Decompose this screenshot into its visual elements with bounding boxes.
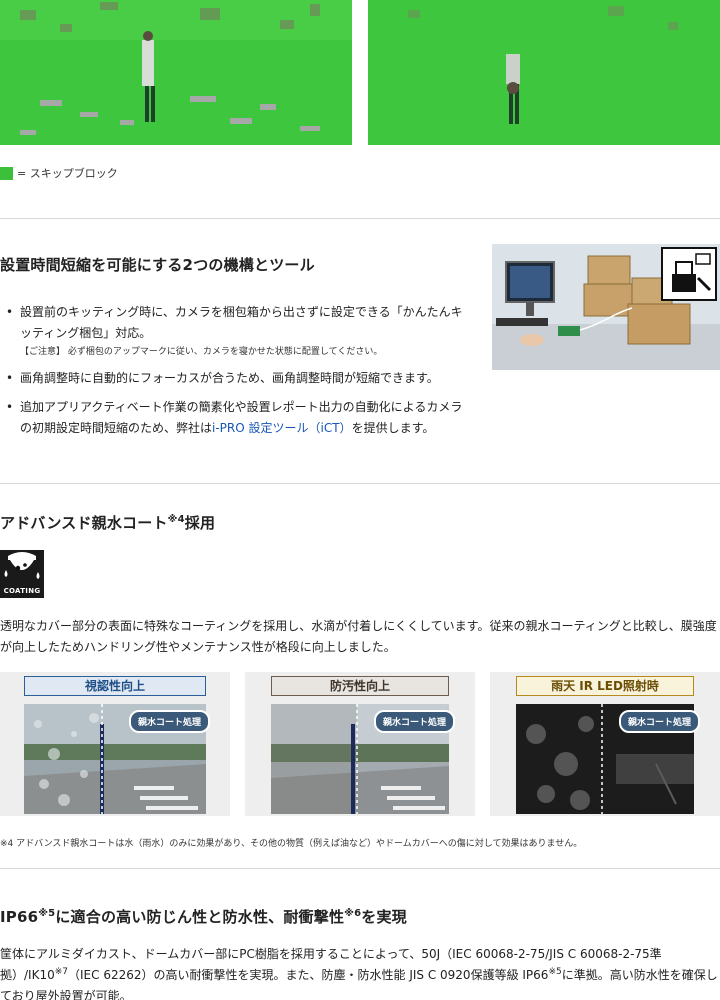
skip-block-swatch [0, 166, 13, 180]
benefit-card-rain-ir: 雨天 IR LED照射時 親水コート処理 [490, 672, 720, 816]
install-feature-list: 設置前のキッティング時に、カメラを梱包箱から出さずに設定できる「かんたんキッティ… [4, 302, 464, 447]
list-item: 画角調整時に自動的にフォーカスが合うため、画角調整時間が短縮できます。 [4, 368, 464, 389]
coating-tag: 親水コート処理 [128, 710, 210, 733]
card-caption: 防汚性向上 [271, 676, 449, 696]
section-title-coating: アドバンスド親水コート※4採用 [0, 512, 215, 533]
bullet-note: 【ご注意】 必ず梱包のアップマークに従い、カメラを寝かせた状態に配置してください… [20, 347, 383, 357]
ip66-body-b: （IEC 62262）の高い耐衝撃性を実現。また、防塵・防水性能 JIS C 0… [68, 968, 549, 982]
card-caption: 雨天 IR LED照射時 [516, 676, 694, 696]
ip66-title-sup-b: ※6 [344, 908, 362, 919]
legend-text: = スキップブロック [17, 167, 118, 180]
benefit-card-visibility: 視認性向上 親水コート処理 [0, 672, 230, 816]
list-item: 設置前のキッティング時に、カメラを梱包箱から出さずに設定できる「かんたんキッティ… [4, 302, 464, 360]
section-divider [0, 218, 720, 219]
ip66-title-sup-a: ※5 [38, 908, 56, 919]
ip66-body-sup-d: ※5 [548, 967, 562, 977]
coating-tag: 親水コート処理 [618, 710, 700, 733]
coating-tag: 親水コート処理 [373, 710, 455, 733]
coating-description: 透明なカバー部分の表面に特殊なコーティングを採用し、水滴が付着しにくくしています… [0, 619, 717, 654]
section-title-install: 設置時間短縮を可能にする2つの機構とツール [0, 256, 315, 274]
ict-tool-link[interactable]: i-PRO 設定ツール（iCT） [212, 421, 352, 435]
bullet-text: 画角調整時に自動的にフォーカスが合うため、画角調整時間が短縮できます。 [20, 371, 439, 385]
ip66-body-sup-c: ※7 [54, 967, 69, 977]
skip-block-images [0, 0, 720, 145]
bullet-text: 設置前のキッティング時に、カメラを梱包箱から出さずに設定できる「かんたんキッティ… [20, 305, 463, 340]
benefit-card-antifouling: 防汚性向上 親水コート処理 [245, 672, 475, 816]
ip66-title-a: IP66 [0, 908, 39, 926]
ip66-title-b: に適合の高い防じん性と防水性、耐衝撃性 [55, 908, 345, 926]
kitting-setup-photo [492, 244, 720, 370]
section-divider [0, 868, 720, 869]
coating-icon: COATING [0, 550, 44, 598]
card-caption: 視認性向上 [24, 676, 206, 696]
coating-title-text: アドバンスド親水コート [0, 514, 168, 532]
coating-icon-label: COATING [3, 587, 41, 595]
coating-title-footnote-ref: ※4 [167, 514, 185, 525]
skip-block-image-left [0, 0, 352, 145]
bullet-text-end: を提供します。 [351, 421, 435, 435]
coating-title-suffix: 採用 [184, 514, 216, 532]
coating-benefit-cards: 視認性向上 親水コート処理 防汚性向上 親水コート処理 雨天 IR LED照射時… [0, 672, 720, 816]
skip-block-legend: = スキップブロック [0, 165, 118, 181]
section-divider [0, 483, 720, 484]
coating-footnote: ※4 アドバンスド親水コートは水（雨水）のみに効果があり、その他の物質（例えば油… [0, 839, 583, 849]
ip66-description: 筐体にアルミダイカスト、ドームカバー部にPC樹脂を採用することによって、50J（… [0, 944, 720, 1000]
list-item: 追加アプリアクティベート作業の簡素化や設置レポート出力の自動化によるカメラの初期… [4, 397, 464, 439]
section-title-ip66: IP66※5に適合の高い防じん性と防水性、耐衝撃性※6を実現 [0, 906, 407, 927]
skip-block-image-right [368, 0, 720, 145]
ip66-title-c: を実現 [361, 908, 407, 926]
